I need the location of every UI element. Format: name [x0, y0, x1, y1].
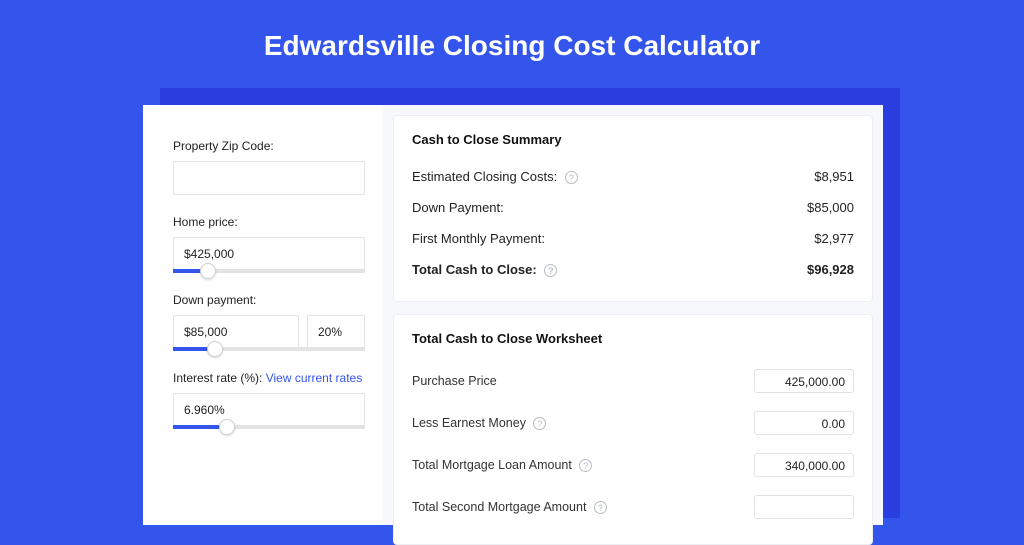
interest-rate-slider[interactable]	[173, 425, 365, 429]
help-icon[interactable]: ?	[594, 501, 607, 514]
down-payment-label: Down payment:	[173, 293, 365, 307]
help-icon[interactable]: ?	[565, 171, 578, 184]
zip-input[interactable]	[173, 161, 365, 195]
interest-rate-label-text: Interest rate (%):	[173, 371, 262, 385]
zip-field-group: Property Zip Code:	[173, 139, 365, 195]
down-payment-pct-input[interactable]	[307, 315, 365, 349]
help-icon[interactable]: ?	[579, 459, 592, 472]
summary-value: $2,977	[814, 231, 854, 246]
down-payment-slider[interactable]	[173, 347, 365, 351]
slider-thumb[interactable]	[219, 419, 235, 435]
worksheet-heading: Total Cash to Close Worksheet	[412, 331, 854, 346]
home-price-label: Home price:	[173, 215, 365, 229]
worksheet-row-purchase-price: Purchase Price 425,000.00	[412, 360, 854, 402]
home-price-slider[interactable]	[173, 269, 365, 273]
worksheet-label: Less Earnest Money	[412, 416, 526, 430]
worksheet-value[interactable]: 340,000.00	[754, 453, 854, 477]
slider-thumb[interactable]	[200, 263, 216, 279]
interest-rate-input[interactable]	[173, 393, 365, 427]
summary-panel: Cash to Close Summary Estimated Closing …	[393, 115, 873, 302]
summary-value: $8,951	[814, 169, 854, 184]
worksheet-row-earnest-money: Less Earnest Money ? 0.00	[412, 402, 854, 444]
page-title: Edwardsville Closing Cost Calculator	[0, 0, 1024, 86]
worksheet-value[interactable]: 425,000.00	[754, 369, 854, 393]
summary-row-first-payment: First Monthly Payment: $2,977	[412, 223, 854, 254]
summary-total-value: $96,928	[807, 262, 854, 277]
summary-heading: Cash to Close Summary	[412, 132, 854, 147]
home-price-field-group: Home price:	[173, 215, 365, 273]
worksheet-row-mortgage-amount: Total Mortgage Loan Amount ? 340,000.00	[412, 444, 854, 486]
worksheet-label: Purchase Price	[412, 374, 497, 388]
worksheet-value[interactable]	[754, 495, 854, 519]
summary-label: First Monthly Payment:	[412, 231, 545, 246]
summary-row-closing-costs: Estimated Closing Costs: ? $8,951	[412, 161, 854, 192]
summary-label: Estimated Closing Costs:	[412, 169, 557, 184]
help-icon[interactable]: ?	[544, 264, 557, 277]
inputs-column: Property Zip Code: Home price: Down paym…	[143, 105, 383, 525]
summary-value: $85,000	[807, 200, 854, 215]
summary-label: Down Payment:	[412, 200, 504, 215]
summary-row-down-payment: Down Payment: $85,000	[412, 192, 854, 223]
summary-total-label: Total Cash to Close:	[412, 262, 537, 277]
worksheet-row-second-mortgage: Total Second Mortgage Amount ?	[412, 486, 854, 528]
worksheet-value[interactable]: 0.00	[754, 411, 854, 435]
calculator-card: Property Zip Code: Home price: Down paym…	[143, 105, 883, 525]
help-icon[interactable]: ?	[533, 417, 546, 430]
worksheet-label: Total Mortgage Loan Amount	[412, 458, 572, 472]
interest-rate-field-group: Interest rate (%): View current rates	[173, 371, 365, 429]
down-payment-field-group: Down payment:	[173, 293, 365, 351]
interest-rate-label: Interest rate (%): View current rates	[173, 371, 365, 385]
summary-row-total: Total Cash to Close: ? $96,928	[412, 254, 854, 285]
view-rates-link[interactable]: View current rates	[266, 371, 363, 385]
zip-label: Property Zip Code:	[173, 139, 365, 153]
down-payment-input[interactable]	[173, 315, 299, 349]
slider-thumb[interactable]	[207, 341, 223, 357]
worksheet-panel: Total Cash to Close Worksheet Purchase P…	[393, 314, 873, 545]
results-column: Cash to Close Summary Estimated Closing …	[383, 105, 883, 525]
